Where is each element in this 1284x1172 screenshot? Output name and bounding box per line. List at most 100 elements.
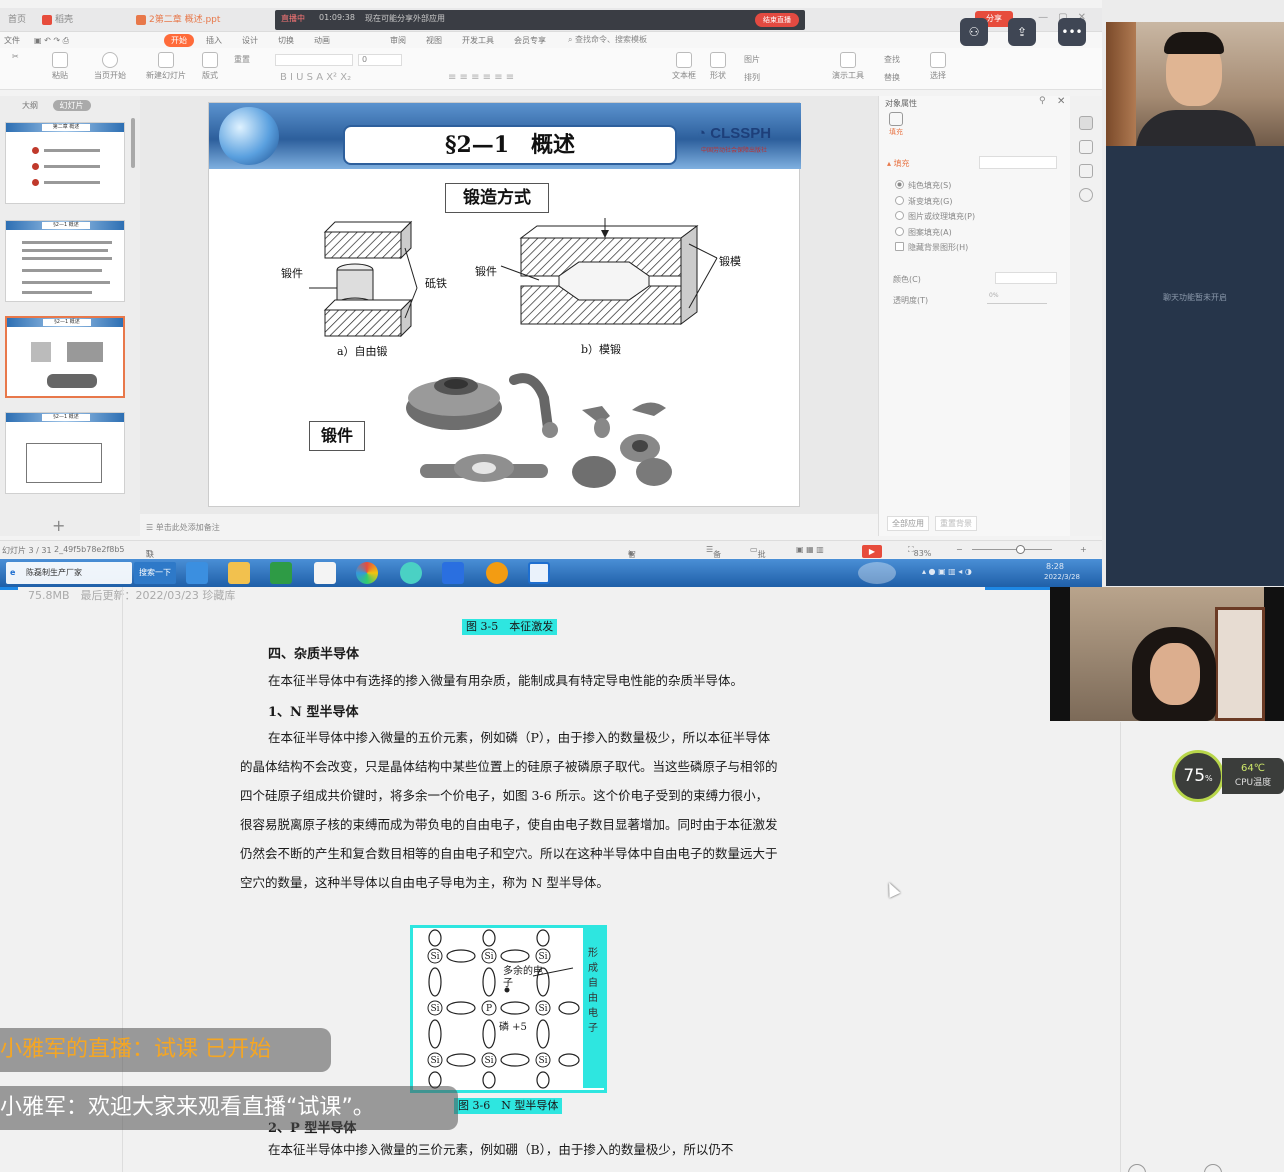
cpu-monitor-widget[interactable]: 75% 64℃ CPU温度 [1172,750,1284,802]
from-current-button[interactable]: 当页开始 [94,52,126,81]
slide-title[interactable]: §2—1 概述 [343,125,677,165]
font-name-box[interactable] [275,54,353,66]
fit-zoom[interactable]: ⛶ 83% [908,545,931,558]
figure-3-6-caption: 图 3-6 N 型半导体 [454,1098,563,1114]
reset-button[interactable]: 重置 [234,54,250,65]
hide-bg-checkbox[interactable]: 隐藏背景图形(H) [895,242,968,253]
ie-browser-icon[interactable] [186,562,208,584]
tab-outline[interactable]: 大纲 [22,101,38,110]
cut-button[interactable]: ✂ [12,52,19,61]
pin-icon[interactable]: ⚲ [1039,96,1046,106]
member-icon[interactable]: ⚇ [960,18,988,46]
menu-review[interactable]: 审阅 [390,34,406,47]
end-live-button[interactable]: 结束直播 [755,13,799,27]
zoom-slider-handle[interactable] [1016,545,1025,554]
slide-thumbnail-2[interactable]: §2—1 概述 [5,220,125,302]
zoom-slider[interactable] [972,549,1052,550]
layout-button[interactable]: 版式 [202,52,218,81]
transparency-slider[interactable]: 0% [979,292,1057,308]
pin-tool-icon[interactable] [1079,140,1093,154]
shape-button[interactable]: 形状 [710,52,726,81]
free-electron-side-label: 形成自由电子 [588,948,598,1034]
tab-slides[interactable]: 幻灯片 [52,100,91,111]
assistant-bubble-icon[interactable] [858,562,896,584]
figure-n-type-lattice[interactable]: Si Si Si Si P Si Si Si Si 多余的电子 磷 +5 形成自… [410,925,607,1093]
add-slide-button[interactable]: + [52,516,65,535]
menu-quick-icons[interactable]: ▣ ↶ ↷ ⎙ [34,34,69,47]
menu-view[interactable]: 视图 [426,34,442,47]
more-icon[interactable]: ••• [1058,18,1086,46]
fill-section-header[interactable]: ▴ 填充 [887,158,910,169]
tab-home[interactable]: 首页 [0,11,34,30]
forging-method-label[interactable]: 锻造方式 [445,183,549,213]
close-icon[interactable]: ✕ [1057,96,1065,107]
animation-icon[interactable] [1079,164,1093,178]
fill-tab[interactable]: 填充 [889,112,903,137]
fill-dropdown[interactable] [979,156,1057,169]
tab-docer[interactable]: 稻壳 [34,11,81,30]
thumbnails-scrollbar[interactable] [131,118,135,168]
format-buttons[interactable]: B I U S A X² X₂ [280,72,351,83]
slide-thumbnail-3-selected[interactable]: §2—1 概述 [5,316,125,398]
360-browser-icon[interactable] [400,562,422,584]
menu-animation[interactable]: 动画 [314,34,330,47]
slide-thumbnail-4[interactable]: §2—1 概述 [5,412,125,494]
slide-thumbnail-1[interactable]: 第二章 概述 [5,122,125,204]
menu-dev-tools[interactable]: 开发工具 [462,34,494,47]
notes-toggle[interactable]: ☰ 备注 [706,545,721,570]
apply-all-button[interactable]: 全部应用 [887,516,929,531]
forging-parts-image[interactable] [404,368,684,498]
chrome-icon[interactable] [356,562,378,584]
taskbar-browser-app[interactable]: e 陈磊制生产厂家 [6,562,132,584]
comments-toggle[interactable]: ▭ 批注 [750,545,766,570]
find-button[interactable]: 查找 [884,54,900,65]
zoom-in-button[interactable]: + [1080,545,1087,554]
command-search[interactable]: ⌕ 查找命令、搜索模板 [568,34,647,45]
new-slide-button[interactable]: 新建幻灯片 [146,52,186,81]
menu-start[interactable]: 开始 [164,34,194,47]
select-button[interactable]: 选择 [930,52,946,81]
reset-background-button[interactable]: 重置背景 [935,516,977,531]
word-icon[interactable] [528,562,550,584]
tencent-meeting-icon[interactable] [442,562,464,584]
picture-fill-radio[interactable]: 图片或纹理填充(P) [895,211,975,222]
notes-bar[interactable]: ☰ 单击此处添加备注 [140,518,878,538]
forging-diagram[interactable] [269,218,749,363]
share-screen-icon[interactable]: ⇪ [1008,18,1036,46]
properties-icon[interactable] [1079,116,1093,130]
chat-disabled-notice: 聊天功能暂未开启 [1163,293,1227,302]
color-picker[interactable] [995,272,1057,284]
zoom-out-button[interactable]: − [956,545,963,554]
slide-canvas[interactable]: §2—1 概述 ◔ CLSSPH 中国劳动社会保障出版社 锻造方式 锻件 砥铁 … [208,102,801,507]
props-title: 对象属性 [885,99,917,108]
forging-parts-label[interactable]: 锻件 [309,421,365,451]
system-tray[interactable]: ▴ ● ▣ ▥ ◂ ◑ 8:28 2022/3/28 [920,562,1100,581]
menu-transition[interactable]: 切换 [278,34,294,47]
menu-member[interactable]: 会员专享 [514,34,546,47]
view-mode-buttons[interactable]: ▣ ▦ ▥ [796,545,824,554]
media-player-icon[interactable] [486,562,508,584]
menu-insert[interactable]: 插入 [206,34,222,47]
menu-design[interactable]: 设计 [242,34,258,47]
menu-file[interactable]: 文件 [4,34,20,47]
picture-button[interactable]: 图片 [744,54,760,65]
solid-fill-radio[interactable]: 纯色填充(S) [895,180,951,191]
home-icon[interactable] [314,562,336,584]
paragraph-buttons[interactable]: ≡ ≡ ≡ ≡ ≡ ≡ [448,72,514,83]
taskbar-search-button[interactable]: 搜索一下 [134,562,176,584]
arrange-button[interactable]: 排列 [744,72,760,83]
replace-button[interactable]: 替换 [884,72,900,83]
title-bar: 首页 稻壳 2第二章 概述.ppt 直播中 01:09:38 现在可能分享外部应… [0,8,1102,32]
store-icon[interactable] [270,562,292,584]
file-explorer-icon[interactable] [228,562,250,584]
textbox-button[interactable]: 文本框 [672,52,696,81]
help-icon[interactable] [1079,188,1093,202]
present-tools-button[interactable]: 演示工具 [832,52,864,81]
font-size-box[interactable]: 0 [358,54,402,66]
paste-button[interactable]: 粘贴 [52,52,68,81]
pattern-fill-radio[interactable]: 图案填充(A) [895,227,952,238]
tab-ppt-file[interactable]: 2第二章 概述.ppt [128,11,228,30]
ribbon-toolbar: ✂ 粘贴 当页开始 新建幻灯片 版式 重置 0 B I U S A X² X₂ … [0,48,1102,90]
slideshow-play-button[interactable]: ▶ [862,545,882,558]
gradient-fill-radio[interactable]: 渐变填充(G) [895,196,952,207]
